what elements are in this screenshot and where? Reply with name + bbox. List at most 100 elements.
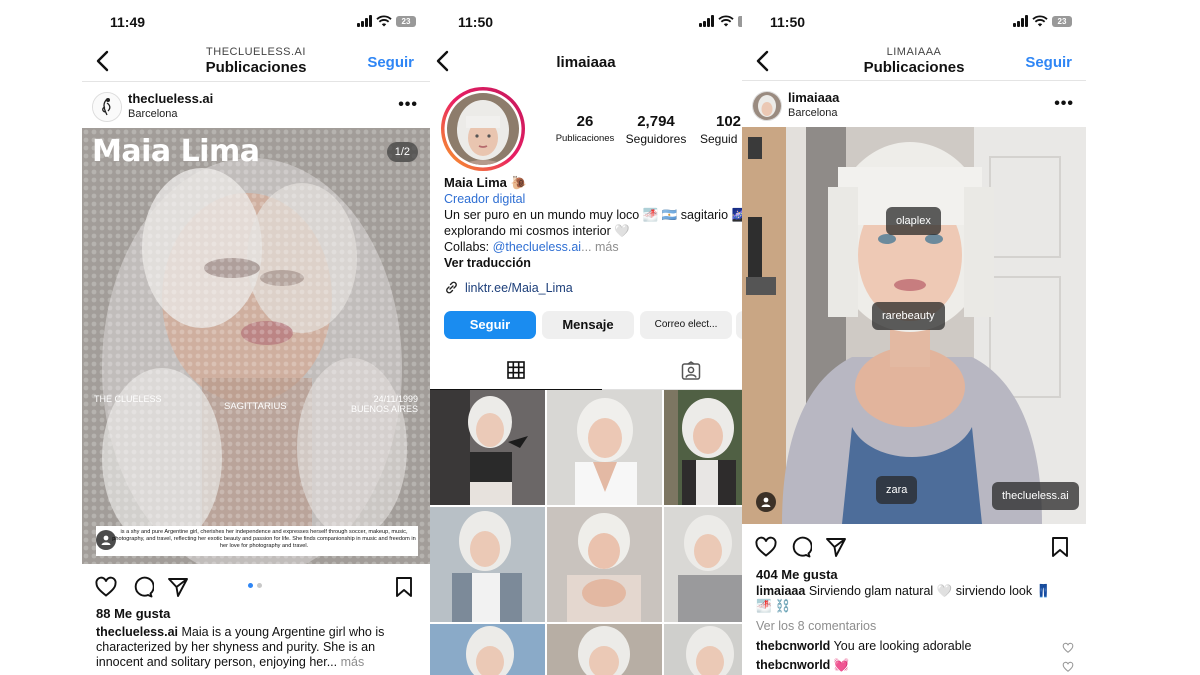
- meta-date: 24/11/1999: [373, 394, 418, 404]
- account-tag-theclueless[interactable]: theclueless.ai: [992, 482, 1079, 510]
- stat-following-value: 102: [716, 113, 742, 130]
- translate-link[interactable]: Ver traducción: [444, 256, 531, 270]
- comment-like-icon[interactable]: [1062, 661, 1074, 673]
- more-options-icon[interactable]: •••: [398, 96, 418, 114]
- profile-link[interactable]: linktr.ee/Maia_Lima: [444, 280, 573, 295]
- header: THECLUELESS.AI Publicaciones Seguir: [82, 42, 430, 82]
- stat-posts[interactable]: 26 Publicaciones: [550, 113, 620, 144]
- caption-username[interactable]: theclueless.ai: [96, 625, 178, 639]
- post-actions: [82, 575, 430, 603]
- stat-followers-label: Seguidores: [625, 132, 687, 146]
- share-icon[interactable]: [166, 575, 190, 599]
- collabs-label: Collabs:: [444, 240, 490, 254]
- status-bar: 11:50 23: [742, 12, 1086, 32]
- post-header: theclueless.ai Barcelona •••: [82, 90, 430, 130]
- view-comments-link[interactable]: Ver los 8 comentarios: [756, 619, 876, 634]
- product-tag-olaplex[interactable]: olaplex: [886, 207, 941, 235]
- tagged-people-icon[interactable]: [96, 530, 116, 550]
- tagged-photos-icon: [681, 361, 701, 380]
- panel-limaiaaa-post: 11:50 23 LIMAIAAA Publicaciones Seguir l…: [742, 0, 1086, 675]
- stat-followers[interactable]: 2,794 Seguidores: [620, 113, 692, 146]
- follow-button[interactable]: Seguir: [444, 311, 536, 339]
- grid-photo[interactable]: [547, 507, 662, 622]
- collabs-handle-link[interactable]: @theclueless.ai: [493, 240, 581, 254]
- profile-link-text[interactable]: linktr.ee/Maia_Lima: [465, 281, 573, 295]
- image-title: Maia Lima: [92, 134, 260, 169]
- post-username[interactable]: limaiaaa: [788, 90, 839, 105]
- post-location[interactable]: Barcelona: [788, 107, 838, 119]
- tab-tagged[interactable]: [602, 355, 742, 390]
- profile-username: limaiaaa: [556, 54, 616, 71]
- grid-photo[interactable]: [664, 507, 742, 622]
- profile-category[interactable]: Creador digital: [444, 192, 525, 206]
- avatar[interactable]: [92, 92, 122, 122]
- share-icon[interactable]: [824, 535, 848, 559]
- post-location[interactable]: Barcelona: [128, 108, 178, 120]
- product-tag-rarebeauty[interactable]: rarebeauty: [872, 302, 945, 330]
- follow-button[interactable]: Seguir: [1025, 54, 1072, 71]
- avatar[interactable]: [752, 91, 782, 121]
- status-icons: 23: [357, 15, 416, 27]
- bookmark-icon[interactable]: [1048, 535, 1072, 559]
- stat-following[interactable]: 102 Seguid: [700, 113, 742, 146]
- grid-photo[interactable]: [430, 507, 545, 622]
- bio-text: is a shy and pure Argentine girl, cheris…: [112, 529, 416, 549]
- heart-icon[interactable]: [754, 535, 778, 559]
- status-time: 11:49: [110, 14, 146, 30]
- header: LIMAIAAA Publicaciones Seguir: [742, 42, 1086, 82]
- comment-username[interactable]: thebcnworld: [756, 658, 830, 672]
- post-username[interactable]: theclueless.ai: [128, 91, 213, 106]
- grid-photo[interactable]: [430, 624, 545, 675]
- comment-row: thebcnworld 💓: [756, 658, 1056, 673]
- more-options-icon[interactable]: •••: [1054, 95, 1074, 113]
- caption-more-link[interactable]: más: [341, 655, 365, 669]
- link-icon: [446, 281, 457, 294]
- post-image[interactable]: Maia Lima 1/2 THE CLUELESS SAGITTARIUS 2…: [82, 128, 430, 564]
- tagged-people-icon[interactable]: [756, 492, 776, 512]
- follow-button[interactable]: Seguir: [367, 54, 414, 71]
- wifi-icon: [718, 15, 734, 27]
- grid-photo[interactable]: [664, 624, 742, 675]
- post-caption: theclueless.ai Maia is a young Argentine…: [96, 625, 416, 670]
- caption-username[interactable]: limaiaaa: [756, 584, 805, 598]
- caption-text: Sirviendo glam natural 🤍 sirviendo look …: [808, 584, 1052, 598]
- message-button[interactable]: Mensaje: [542, 311, 634, 339]
- comment-like-icon[interactable]: [1062, 642, 1074, 654]
- comment-icon[interactable]: [788, 535, 812, 559]
- profile-collabs: Collabs: @theclueless.ai... más: [444, 240, 619, 254]
- comment-icon[interactable]: [130, 575, 154, 599]
- profile-bio-line1: Un ser puro en un mundo muy loco 🌁 🇦🇷 sa…: [444, 208, 742, 222]
- wifi-icon: [376, 15, 392, 27]
- signal-icon: [1013, 15, 1028, 27]
- meta-center: SAGITTARIUS: [224, 401, 287, 412]
- carousel-counter: 1/2: [386, 142, 418, 162]
- post-header: limaiaaa Barcelona •••: [742, 89, 1086, 129]
- status-icons: [699, 15, 742, 27]
- product-tag-zara[interactable]: zara: [876, 476, 918, 504]
- comment-username[interactable]: thebcnworld: [756, 639, 830, 653]
- bookmark-icon[interactable]: [392, 575, 416, 599]
- email-button[interactable]: Correo elect...: [640, 311, 732, 339]
- grid-photo[interactable]: [547, 624, 662, 675]
- likes-count[interactable]: 88 Me gusta: [96, 606, 170, 621]
- collabs-more-link[interactable]: ... más: [581, 240, 619, 254]
- post-image[interactable]: olaplex rarebeauty zara theclueless.ai: [742, 127, 1086, 524]
- wifi-icon: [1032, 15, 1048, 27]
- stat-followers-value: 2,794: [637, 113, 675, 130]
- profile-avatar[interactable]: [440, 86, 526, 172]
- heart-icon[interactable]: [94, 575, 118, 599]
- likes-count[interactable]: 404 Me gusta: [756, 567, 838, 582]
- panel-theclueless-post: 11:49 23 THECLUELESS.AI Publicaciones Se…: [82, 0, 430, 675]
- battery-icon: 23: [396, 15, 416, 27]
- grid-photo[interactable]: [547, 390, 662, 505]
- profile-bio-line2: explorando mi cosmos interior 🤍: [444, 224, 630, 238]
- stat-posts-label: Publicaciones: [555, 133, 615, 144]
- tab-grid[interactable]: [430, 355, 602, 390]
- status-icons: 23: [1013, 15, 1072, 27]
- grid-photo[interactable]: [664, 390, 742, 505]
- meta-left: THE CLUELESS: [94, 394, 162, 404]
- status-time: 11:50: [458, 14, 494, 30]
- comment-text: 💓: [833, 658, 850, 672]
- grid-photo[interactable]: [430, 390, 545, 505]
- panel-limaiaaa-profile: 11:50 limaiaaa 26 Publicaciones 2,794 Se…: [430, 0, 742, 675]
